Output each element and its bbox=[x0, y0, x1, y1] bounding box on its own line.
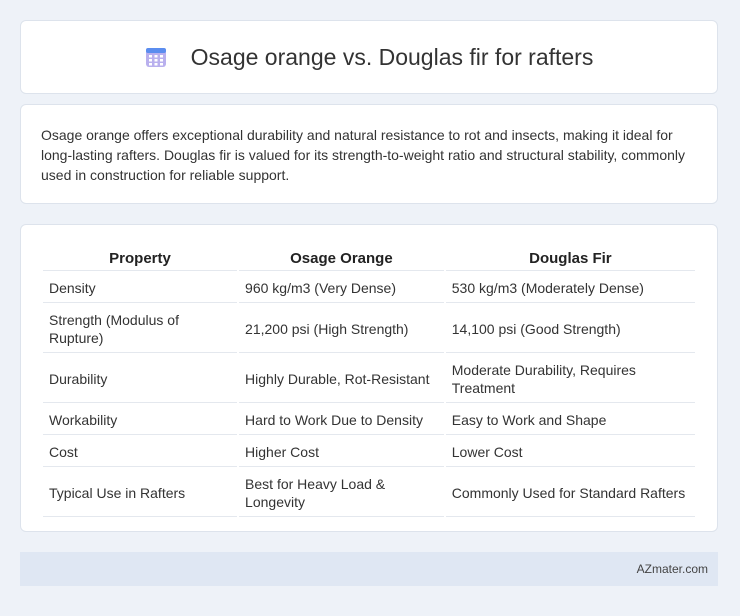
comparison-table: Property Osage Orange Douglas Fir Densit… bbox=[41, 245, 697, 519]
cell-property: Workability bbox=[43, 405, 238, 435]
cell-property: Typical Use in Rafters bbox=[43, 469, 238, 517]
table-row: Workability Hard to Work Due to Density … bbox=[43, 405, 695, 435]
cell-osage-orange: Highly Durable, Rot-Resistant bbox=[239, 355, 444, 403]
table-row: Density 960 kg/m3 (Very Dense) 530 kg/m3… bbox=[43, 273, 695, 303]
header-osage-orange: Osage Orange bbox=[239, 247, 444, 271]
cell-property: Density bbox=[43, 273, 238, 303]
cell-douglas-fir: 14,100 psi (Good Strength) bbox=[445, 305, 695, 353]
cell-osage-orange: 960 kg/m3 (Very Dense) bbox=[239, 273, 444, 303]
table-row: Cost Higher Cost Lower Cost bbox=[43, 437, 695, 467]
summary-text: Osage orange offers exceptional durabili… bbox=[41, 127, 686, 183]
cell-osage-orange: Best for Heavy Load & Longevity bbox=[239, 469, 444, 517]
title-card: Osage orange vs. Douglas fir for rafters bbox=[20, 20, 718, 94]
table-header-row: Property Osage Orange Douglas Fir bbox=[43, 247, 695, 271]
page-title: Osage orange vs. Douglas fir for rafters bbox=[190, 43, 594, 70]
comparison-table-card: Property Osage Orange Douglas Fir Densit… bbox=[20, 224, 718, 532]
header-douglas-fir: Douglas Fir bbox=[445, 247, 695, 271]
cell-property: Durability bbox=[43, 355, 238, 403]
cell-property: Cost bbox=[43, 437, 238, 467]
cell-douglas-fir: Moderate Durability, Requires Treatment bbox=[445, 355, 695, 403]
summary-card: Osage orange offers exceptional durabili… bbox=[20, 104, 718, 204]
cell-douglas-fir: 530 kg/m3 (Moderately Dense) bbox=[445, 273, 695, 303]
calendar-icon bbox=[145, 46, 167, 68]
footer-site-link[interactable]: AZmater.com bbox=[637, 562, 708, 576]
cell-douglas-fir: Easy to Work and Shape bbox=[445, 405, 695, 435]
cell-douglas-fir: Lower Cost bbox=[445, 437, 695, 467]
cell-property: Strength (Modulus of Rupture) bbox=[43, 305, 238, 353]
table-row: Durability Highly Durable, Rot-Resistant… bbox=[43, 355, 695, 403]
footer-bar: AZmater.com bbox=[20, 552, 718, 586]
table-row: Strength (Modulus of Rupture) 21,200 psi… bbox=[43, 305, 695, 353]
cell-osage-orange: Hard to Work Due to Density bbox=[239, 405, 444, 435]
table-row: Typical Use in Rafters Best for Heavy Lo… bbox=[43, 469, 695, 517]
cell-douglas-fir: Commonly Used for Standard Rafters bbox=[445, 469, 695, 517]
cell-osage-orange: Higher Cost bbox=[239, 437, 444, 467]
cell-osage-orange: 21,200 psi (High Strength) bbox=[239, 305, 444, 353]
header-property: Property bbox=[43, 247, 238, 271]
